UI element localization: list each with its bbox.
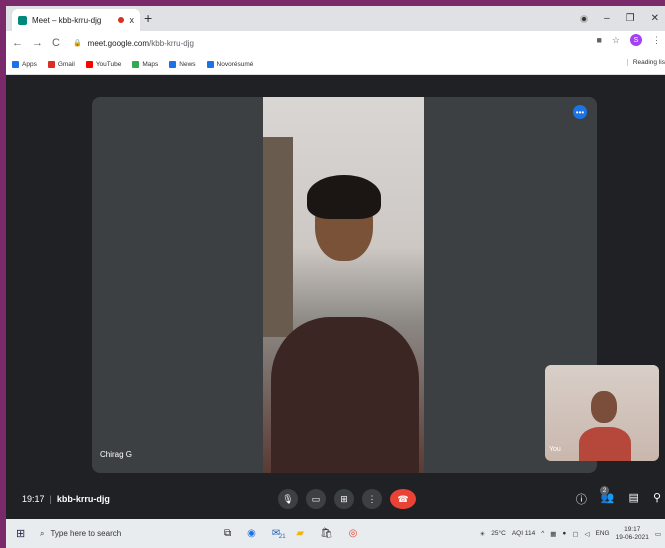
url-domain: meet.google.com <box>87 38 150 48</box>
end-call-button[interactable]: ☎ <box>390 489 416 509</box>
maps-icon <box>132 61 140 68</box>
meeting-controls-bar: 19:17 | kbb-krru-djg 🎙 ▭ ⊞ ⋮ ☎ ⓘ 👥 ▤ ⚲ 2 <box>6 481 665 519</box>
store-icon[interactable]: 🛍 <box>320 528 333 539</box>
reload-icon[interactable]: C <box>52 37 60 49</box>
system-tray: ☀ 25°C AQI 114 ^ ▦ ● ▢ ◁ ENG 19:17 19-06… <box>479 519 661 548</box>
more-options-button[interactable]: ⋮ <box>362 489 382 509</box>
volume-icon[interactable]: ◁ <box>585 530 590 538</box>
bookmark-maps[interactable]: Maps <box>132 61 158 68</box>
participant-video <box>263 97 424 473</box>
url-path: /kbb-krru-djg <box>149 38 194 48</box>
tab-meet[interactable]: Meet – kbb-krru-djg x <box>12 9 140 31</box>
camera-button[interactable]: ▭ <box>306 489 326 509</box>
self-body <box>579 427 631 461</box>
hangup-icon: ☎ <box>397 493 409 504</box>
language-indicator[interactable]: ENG <box>596 530 610 537</box>
meeting-info: 19:17 | kbb-krru-djg <box>22 494 110 504</box>
participant-count-badge: 2 <box>600 486 609 495</box>
weather-icon: ☀ <box>479 530 486 538</box>
meeting-code: kbb-krru-djg <box>56 494 110 504</box>
bookmark-gmail[interactable]: Gmail <box>47 61 75 68</box>
close-window-button[interactable]: ✕ <box>651 13 659 24</box>
window-controls: – ❐ ✕ <box>580 6 665 31</box>
info-icon[interactable]: ⓘ <box>576 491 587 507</box>
taskbar-search[interactable]: ⌕ Type here to search <box>40 525 220 543</box>
screen: Meet – kbb-krru-djg x + – ❐ ✕ ← → C 🔒 me… <box>6 6 665 548</box>
search-icon: ⌕ <box>40 528 45 538</box>
chat-icon[interactable]: ▤ <box>629 491 639 507</box>
bookmark-apps[interactable]: Apps <box>12 61 37 68</box>
camera-icon[interactable]: ■ <box>596 35 601 45</box>
participant-name: Chirag G <box>100 450 133 459</box>
notifications-icon[interactable]: ▭ <box>655 530 661 538</box>
meet-stage: ••• Chirag G You <box>6 75 665 481</box>
network-icon[interactable]: ▦ <box>550 530 556 538</box>
mic-tray-icon[interactable]: ● <box>562 530 566 537</box>
activities-icon[interactable]: ⚲ <box>653 491 661 507</box>
bookmark-news[interactable]: News <box>169 61 196 68</box>
call-controls: 🎙 ▭ ⊞ ⋮ ☎ <box>278 489 416 509</box>
present-button[interactable]: ⊞ <box>334 489 354 509</box>
meeting-side-controls: ⓘ 👥 ▤ ⚲ 2 <box>576 486 661 507</box>
lock-icon: 🔒 <box>72 40 82 47</box>
background-door <box>263 137 293 337</box>
new-tab-button[interactable]: + <box>144 10 152 26</box>
monitor-icon[interactable]: ▢ <box>572 530 578 538</box>
minimize-button[interactable]: – <box>604 13 610 24</box>
file-explorer-icon[interactable]: ▰ <box>296 528 304 539</box>
gmail-icon <box>47 61 55 68</box>
tab-title: Meet – kbb-krru-djg <box>32 15 102 25</box>
calendar-badge: 21 <box>278 534 286 540</box>
aqi-value: AQI 114 <box>511 530 536 537</box>
bookmark-youtube[interactable]: YouTube <box>85 61 121 68</box>
menu-kebab-icon[interactable]: ⋮ <box>652 35 661 46</box>
taskbar-apps: ⧉ ◉ ✉ 21 ▰ 🛍 ◎ <box>224 528 358 540</box>
search-placeholder: Type here to search <box>50 529 122 538</box>
apps-grid-icon <box>12 61 19 68</box>
microphone-icon: 🎙 <box>282 493 294 504</box>
profile-avatar[interactable]: S <box>630 34 642 46</box>
toolbar-right: ■ ☆ S ⋮ <box>596 34 661 46</box>
weather-temp: 25°C <box>491 530 506 537</box>
recording-dot-icon <box>117 17 124 23</box>
participant-body <box>271 317 419 473</box>
self-face <box>591 391 617 423</box>
task-view-icon[interactable]: ⧉ <box>224 528 231 539</box>
reading-list-button[interactable]: Reading lis <box>626 59 665 66</box>
meet-favicon-icon <box>18 15 27 25</box>
edge-icon[interactable]: ◉ <box>247 528 256 539</box>
tab-close-button[interactable]: x <box>130 15 135 25</box>
microphone-button[interactable]: 🎙 <box>278 489 298 509</box>
forward-icon[interactable]: → <box>32 37 43 49</box>
participant-hair <box>307 175 381 219</box>
address-bar[interactable]: 🔒 meet.google.com/kbb-krru-djg <box>72 34 613 52</box>
meeting-time: 19:17 <box>22 494 45 504</box>
clock-time: 19:17 <box>624 525 641 533</box>
youtube-icon <box>85 61 93 68</box>
novoresume-icon <box>206 61 214 68</box>
clock-date: 19-06-2021 <box>615 533 649 541</box>
mail-icon[interactable]: ✉ 21 <box>272 528 286 540</box>
taskbar-clock[interactable]: 19:17 19-06-2021 <box>616 526 649 542</box>
windows-taskbar: ⊞ ⌕ Type here to search ⧉ ◉ ✉ 21 ▰ 🛍 ◎ ☀ … <box>6 519 665 548</box>
star-icon[interactable]: ☆ <box>612 35 620 46</box>
record-icon[interactable] <box>580 14 589 23</box>
self-label: You <box>549 446 561 453</box>
windows-start-icon[interactable]: ⊞ <box>16 527 36 540</box>
tab-strip: Meet – kbb-krru-djg x + – ❐ ✕ <box>6 6 665 31</box>
camera-icon: ▭ <box>311 493 321 504</box>
self-view-tile[interactable]: You <box>545 365 659 461</box>
news-icon <box>169 61 177 68</box>
chrome-icon[interactable]: ◎ <box>349 528 358 539</box>
bookmarks-bar: Apps Gmail YouTube Maps News Novorésumé … <box>6 55 665 75</box>
bookmark-novoresume[interactable]: Novorésumé <box>206 61 253 68</box>
kebab-icon: ⋮ <box>367 493 377 504</box>
tray-chevron-icon[interactable]: ^ <box>541 530 544 537</box>
maximize-button[interactable]: ❐ <box>626 13 635 24</box>
main-participant-tile[interactable]: ••• Chirag G <box>92 97 597 473</box>
address-toolbar: ← → C 🔒 meet.google.com/kbb-krru-djg ■ ☆… <box>6 31 665 55</box>
present-icon: ⊞ <box>340 493 348 504</box>
tile-more-options-icon[interactable]: ••• <box>573 105 587 119</box>
back-icon[interactable]: ← <box>12 37 23 49</box>
